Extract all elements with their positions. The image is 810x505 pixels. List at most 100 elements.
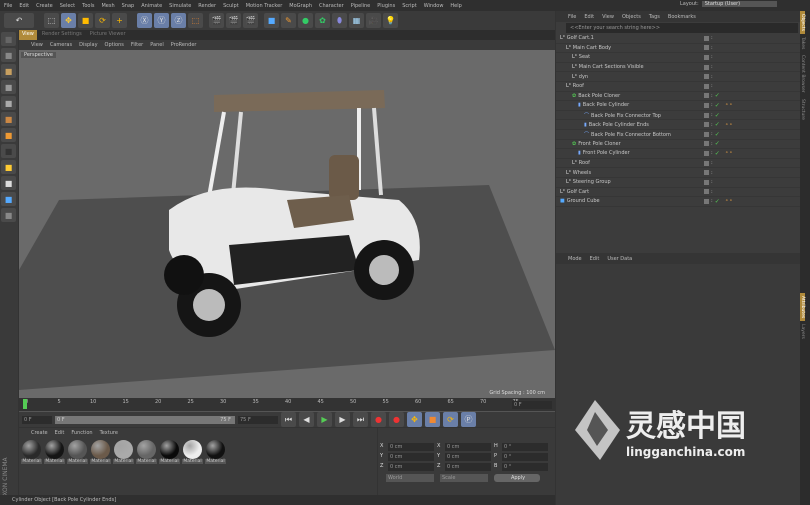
coord-mode-dropdown[interactable]: Scale xyxy=(440,474,488,482)
visibility-toggle[interactable] xyxy=(704,131,709,137)
coord-value-field[interactable]: 0 cm xyxy=(445,453,491,461)
material-swatch[interactable]: Material xyxy=(113,440,134,464)
autokey-button[interactable]: ● xyxy=(389,412,404,427)
object-row[interactable]: ✿ Back Pole Cloner: ✓ xyxy=(556,92,800,102)
om-menu-objects[interactable]: Objects xyxy=(622,14,641,20)
current-frame-field[interactable]: 0 F xyxy=(512,401,552,409)
visibility-toggle[interactable] xyxy=(704,160,709,166)
next-key-button[interactable]: ▶ xyxy=(335,412,350,427)
visibility-toggle[interactable] xyxy=(704,150,709,156)
move-tool-button[interactable]: ✥ xyxy=(61,13,76,28)
viewport-menu-filter[interactable]: Filter xyxy=(131,42,143,48)
object-row[interactable]: L⁰ Roof: xyxy=(556,159,800,169)
menu-file[interactable]: File xyxy=(4,3,12,9)
undo-button[interactable]: ↶ xyxy=(4,13,34,28)
object-row[interactable]: L⁰ Main Cart Body: xyxy=(556,44,800,54)
key-scale-button[interactable]: ■ xyxy=(425,412,440,427)
object-row[interactable]: ▮ Back Pole Cylinder Ends: ✓ ⚬⚬ xyxy=(556,120,800,130)
om-menu-edit[interactable]: Edit xyxy=(584,14,594,20)
layer-dots-icon[interactable]: : xyxy=(711,93,713,99)
layer-dots-icon[interactable]: : xyxy=(711,74,713,80)
select-tool-button[interactable]: ⬚ xyxy=(44,13,59,28)
y-axis-button[interactable]: Ⓨ xyxy=(154,13,169,28)
layer-dots-icon[interactable]: : xyxy=(711,141,713,147)
layer-dots-icon[interactable]: : xyxy=(711,45,713,51)
visibility-toggle[interactable] xyxy=(704,35,709,41)
visibility-toggle[interactable] xyxy=(704,198,709,204)
mat-menu-function[interactable]: Function xyxy=(71,430,92,436)
layer-dots-icon[interactable]: : xyxy=(711,64,713,70)
object-row[interactable]: L⁰ Wheels: xyxy=(556,168,800,178)
right-tab-attributes[interactable]: Attributes xyxy=(800,292,805,322)
material-swatch[interactable]: Material xyxy=(182,440,203,464)
play-button[interactable]: ▶ xyxy=(317,412,332,427)
attr-menu-edit[interactable]: Edit xyxy=(590,256,600,262)
transform-tool-button[interactable]: + xyxy=(112,13,127,28)
go-to-start-button[interactable]: ⏮ xyxy=(281,412,296,427)
layer-dots-icon[interactable]: : xyxy=(711,179,713,185)
material-swatch[interactable]: Material xyxy=(136,440,157,464)
object-row[interactable]: ■ Ground Cube: ✓ ⚬⚬ xyxy=(556,197,800,207)
layer-dots-icon[interactable]: : xyxy=(711,122,713,128)
object-row[interactable]: L⁰ Steering Group: xyxy=(556,178,800,188)
om-menu-bookmarks[interactable]: Bookmarks xyxy=(668,14,696,20)
enabled-check-icon[interactable]: ✓ xyxy=(715,102,720,109)
menu-help[interactable]: Help xyxy=(450,3,461,9)
floor-icon[interactable]: ▦ xyxy=(349,13,364,28)
texture-tag-icon[interactable]: ⚬⚬ xyxy=(725,150,733,156)
playhead[interactable] xyxy=(23,399,27,409)
object-row[interactable]: L⁰ Golf Cart: xyxy=(556,188,800,198)
enabled-check-icon[interactable]: ✓ xyxy=(715,92,720,99)
menu-character[interactable]: Character xyxy=(319,3,344,9)
om-menu-file[interactable]: File xyxy=(568,14,576,20)
viewport[interactable]: Perspective Grid Spacing : 100 cm xyxy=(19,50,555,398)
menu-mograph[interactable]: MoGraph xyxy=(289,3,312,9)
left-tool-9-icon[interactable]: ■ xyxy=(1,176,16,190)
coord-value-field[interactable]: 0 cm xyxy=(388,443,434,451)
left-tool-4-icon[interactable]: ■ xyxy=(1,96,16,110)
visibility-toggle[interactable] xyxy=(704,189,709,195)
coord-value-field[interactable]: 0 ° xyxy=(502,443,548,451)
layer-dots-icon[interactable]: : xyxy=(711,112,713,118)
menu-tools[interactable]: Tools xyxy=(82,3,94,9)
mat-menu-create[interactable]: Create xyxy=(31,430,48,436)
menu-edit[interactable]: Edit xyxy=(19,3,29,9)
render-settings-button[interactable]: 🎬 xyxy=(243,13,258,28)
visibility-toggle[interactable] xyxy=(704,54,709,60)
visibility-toggle[interactable] xyxy=(704,170,709,176)
visibility-toggle[interactable] xyxy=(704,45,709,51)
enabled-check-icon[interactable]: ✓ xyxy=(715,140,720,147)
left-tool-3-icon[interactable]: ■ xyxy=(1,80,16,94)
texture-tag-icon[interactable]: ⚬⚬ xyxy=(725,102,733,108)
layer-dots-icon[interactable]: : xyxy=(711,198,713,204)
coord-value-field[interactable]: 0 cm xyxy=(388,453,434,461)
coord-system-dropdown[interactable]: World xyxy=(386,474,434,482)
material-swatch[interactable]: Material xyxy=(44,440,65,464)
subdivision-icon[interactable]: ● xyxy=(298,13,313,28)
key-param-button[interactable]: Ⓟ xyxy=(461,412,476,427)
layer-dots-icon[interactable]: : xyxy=(711,189,713,195)
material-swatch[interactable]: Material xyxy=(205,440,226,464)
object-row[interactable]: ▮ Back Pole Cylinder: ✓ ⚬⚬ xyxy=(556,101,800,111)
right-tab-layers[interactable]: Layers xyxy=(800,321,805,342)
tab-view[interactable]: View xyxy=(19,30,37,40)
menu-script[interactable]: Script xyxy=(402,3,417,9)
object-row[interactable]: ⌒ Back Pole Fix Connector Top: ✓ xyxy=(556,111,800,121)
object-search-input[interactable]: <<Enter your search string here>> xyxy=(566,23,798,33)
right-tab-takes[interactable]: Takes xyxy=(800,34,805,52)
layer-dots-icon[interactable]: : xyxy=(711,131,713,137)
key-rotation-button[interactable]: ⟳ xyxy=(443,412,458,427)
left-tool-2-icon[interactable]: ■ xyxy=(1,64,16,78)
left-tool-10-icon[interactable]: ■ xyxy=(1,192,16,206)
coord-value-field[interactable]: 0 cm xyxy=(445,463,491,471)
left-tool-1-icon[interactable]: ■ xyxy=(1,48,16,62)
visibility-toggle[interactable] xyxy=(704,122,709,128)
previous-key-button[interactable]: ◀ xyxy=(299,412,314,427)
visibility-toggle[interactable] xyxy=(704,64,709,70)
viewport-menu-panel[interactable]: Panel xyxy=(150,42,164,48)
texture-tag-icon[interactable]: ⚬⚬ xyxy=(725,122,733,128)
om-menu-tags[interactable]: Tags xyxy=(649,14,660,20)
coord-value-field[interactable]: 0 ° xyxy=(502,453,548,461)
menu-mesh[interactable]: Mesh xyxy=(101,3,114,9)
layout-dropdown[interactable]: Startup (User) xyxy=(701,1,777,7)
